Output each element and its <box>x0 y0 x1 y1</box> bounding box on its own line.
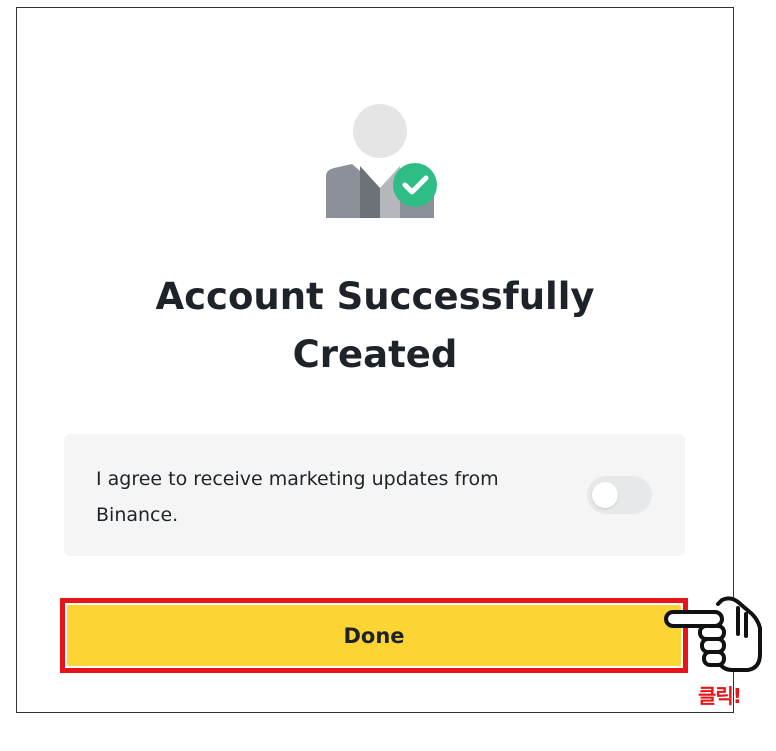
marketing-consent-text: I agree to receive marketing updates fro… <box>96 468 499 526</box>
done-button[interactable]: Done <box>67 605 681 666</box>
page-title-line1: Account Successfully <box>155 275 595 318</box>
account-created-illustration <box>326 104 438 218</box>
toggle-knob <box>592 482 618 508</box>
click-annotation-label: 클릭! <box>698 684 742 708</box>
user-check-icon <box>326 104 437 218</box>
marketing-consent-card: I agree to receive marketing updates fro… <box>64 434 685 556</box>
pointing-hand-icon <box>664 596 762 672</box>
marketing-consent-toggle[interactable] <box>587 476 652 514</box>
page-title-line2: Created <box>292 333 458 376</box>
